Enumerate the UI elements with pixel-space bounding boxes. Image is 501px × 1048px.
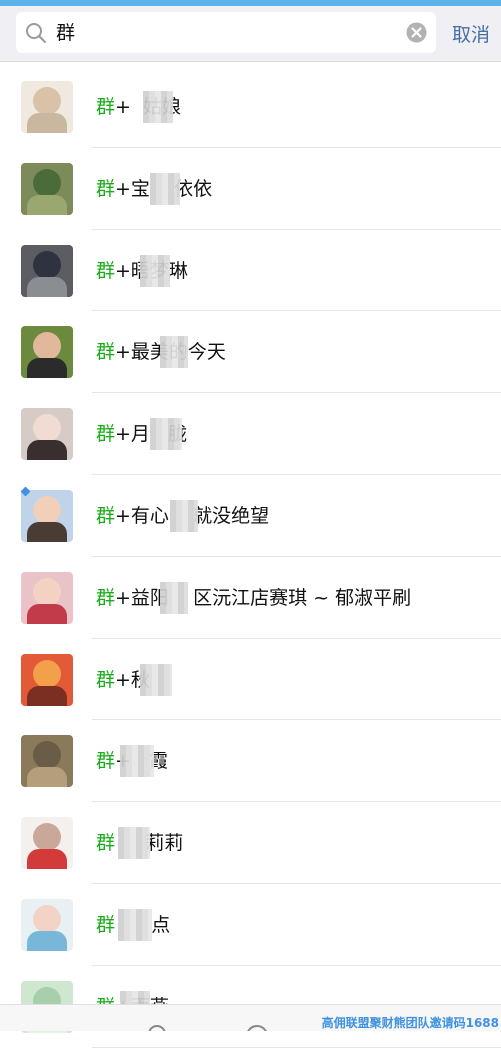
- keyword-highlight: 群: [96, 341, 116, 364]
- avatar: [21, 162, 73, 215]
- privacy-mosaic: [120, 745, 154, 778]
- list-item[interactable]: 群+月 胧: [0, 393, 501, 475]
- watermark: 高佣联盟聚财熊团队邀请码1688: [321, 1016, 499, 1030]
- keyword-highlight: 群: [96, 259, 116, 282]
- search-box[interactable]: 群: [16, 12, 436, 53]
- privacy-mosaic: [118, 908, 152, 941]
- privacy-mosaic: [143, 91, 173, 123]
- search-icon: [26, 23, 46, 43]
- avatar: [21, 571, 73, 624]
- avatar: [21, 81, 73, 133]
- privacy-mosaic: [160, 581, 188, 614]
- nav-icon[interactable]: [148, 1025, 166, 1031]
- privacy-mosaic: [150, 172, 180, 205]
- privacy-mosaic: [118, 827, 150, 860]
- list-item[interactable]: 群+有心 就没绝望: [0, 475, 501, 557]
- privacy-mosaic: [150, 418, 182, 451]
- avatar: [21, 489, 73, 542]
- privacy-mosaic: [140, 663, 172, 696]
- list-item[interactable]: 群+宝 依依: [0, 148, 501, 230]
- list-item[interactable]: 群+最美的今天: [0, 311, 501, 394]
- list-item[interactable]: 群+ 姑娘: [0, 66, 501, 148]
- avatar: [21, 653, 73, 706]
- keyword-highlight: 群: [96, 177, 116, 200]
- list-item[interactable]: 群+秋: [0, 639, 501, 721]
- keyword-highlight: 群: [96, 96, 116, 118]
- bottom-bar: 高佣联盟聚财熊团队邀请码1688: [0, 1004, 501, 1031]
- search-bar: 群 取消: [0, 6, 501, 62]
- search-input[interactable]: 群: [56, 21, 75, 45]
- keyword-highlight: 群: [96, 504, 116, 527]
- avatar: [21, 817, 73, 870]
- list-item[interactable]: 群+ 霞: [0, 720, 501, 803]
- avatar: [21, 735, 73, 788]
- avatar: [21, 898, 73, 951]
- privacy-mosaic: [140, 254, 170, 287]
- list-item[interactable]: 群 点: [0, 884, 501, 966]
- keyword-highlight: 群: [96, 668, 116, 691]
- list-item[interactable]: 群 莉莉: [0, 802, 501, 884]
- home-icon[interactable]: [246, 1025, 268, 1031]
- result-name: 群+益阳 区沅江店赛琪 ~ 郁淑平刷: [96, 586, 411, 610]
- privacy-mosaic: [170, 499, 198, 532]
- avatar: [21, 326, 73, 379]
- search-results-list: 群+ 姑娘群+宝 依依群+晤梦琳群+最美的今天群+月 胧群+有心 就没绝望群+益…: [0, 66, 501, 1048]
- avatar: [21, 244, 73, 297]
- keyword-highlight: 群: [96, 832, 116, 855]
- cancel-button[interactable]: 取消: [452, 23, 490, 47]
- keyword-highlight: 群: [96, 423, 116, 446]
- avatar: [21, 408, 73, 461]
- divider: [92, 1046, 501, 1048]
- keyword-highlight: 群: [96, 586, 116, 609]
- list-item[interactable]: 群+晤梦琳: [0, 230, 501, 312]
- keyword-highlight: 群: [96, 913, 116, 936]
- privacy-mosaic: [160, 336, 188, 369]
- list-item[interactable]: 群+益阳 区沅江店赛琪 ~ 郁淑平刷: [0, 557, 501, 639]
- keyword-highlight: 群: [96, 750, 116, 773]
- clear-icon[interactable]: [406, 22, 427, 43]
